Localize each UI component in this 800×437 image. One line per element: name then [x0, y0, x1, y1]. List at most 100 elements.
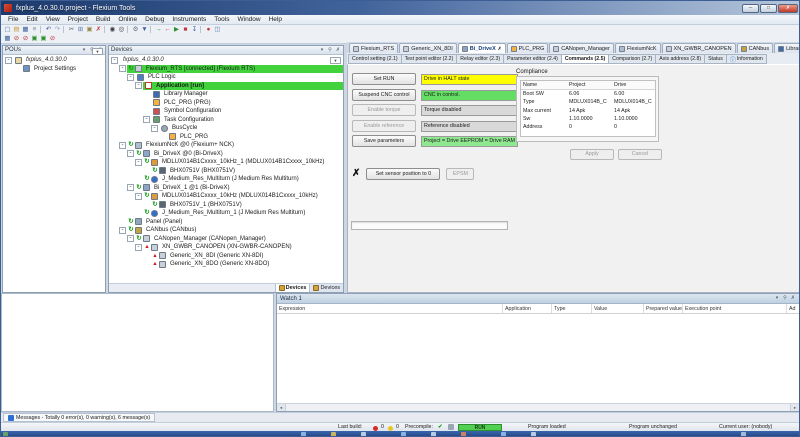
watch-column-header[interactable]: Expression: [277, 304, 503, 313]
watch-column-header[interactable]: Value: [592, 304, 644, 313]
compile-icon[interactable]: ▼: [140, 25, 149, 34]
expand-toggle-icon[interactable]: -: [127, 74, 134, 81]
tree-row[interactable]: - Task Configuration: [109, 116, 343, 125]
tree-row[interactable]: - ↻ CANbus (CANbus): [109, 226, 343, 235]
maximize-button[interactable]: □: [760, 4, 777, 13]
document-tab[interactable]: Generic_XN_8DI: [399, 43, 457, 53]
compliance-column-header[interactable]: Name: [521, 81, 567, 89]
tree-row[interactable]: - PLC Logic: [109, 73, 343, 82]
find-icon[interactable]: ◉: [108, 25, 117, 34]
watch-column-header[interactable]: Ad: [787, 304, 799, 313]
close-button[interactable]: ✗: [778, 4, 798, 13]
expand-toggle-icon[interactable]: -: [143, 116, 150, 123]
watch-icon[interactable]: ◫: [213, 25, 222, 34]
watch-column-header[interactable]: Prepared value: [644, 304, 683, 313]
tree-row[interactable]: - ↻ CANopen_Manager (CANopen_Manager): [109, 235, 343, 244]
dock-menu-icon[interactable]: ▾: [81, 46, 87, 55]
stop-plc-icon[interactable]: ▣: [39, 34, 48, 43]
dock-close-icon[interactable]: ✗: [790, 294, 796, 303]
tree-row[interactable]: PLC_PRG (PRG): [109, 99, 343, 108]
document-tab[interactable]: CANbus: [737, 43, 773, 53]
editor-sub-tab[interactable]: Comparison (2.7): [608, 54, 656, 64]
new-icon[interactable]: ▢: [3, 25, 12, 34]
editor-sub-tab[interactable]: Control setting (2.1): [348, 54, 402, 64]
offline-config-icon[interactable]: ⊘: [21, 34, 30, 43]
messages-tab[interactable]: Messages - Totally 0 error(s), 0 warning…: [3, 413, 155, 422]
start-plc-icon[interactable]: ▣: [30, 34, 39, 43]
dock-pin-icon[interactable]: ⚲: [782, 294, 788, 303]
scroll-right-icon[interactable]: ▸: [790, 404, 799, 411]
tree-row[interactable]: - BusCycle: [109, 124, 343, 133]
dock-tab-devices[interactable]: Devices: [309, 284, 343, 292]
watch-column-header[interactable]: Application: [503, 304, 552, 313]
expand-toggle-icon[interactable]: -: [151, 125, 158, 132]
print-icon[interactable]: ≡: [30, 25, 39, 34]
command-button[interactable]: Set RUN: [352, 73, 416, 85]
watch-column-header[interactable]: Type: [552, 304, 592, 313]
expand-toggle-icon[interactable]: -: [135, 193, 142, 200]
save-project-icon[interactable]: ▦: [3, 34, 12, 43]
editor-sub-tab[interactable]: Axis address (2.8): [655, 54, 705, 64]
watch-panel-header[interactable]: Watch 1 ▾⚲✗: [277, 294, 799, 304]
dock-menu-icon[interactable]: ▾: [319, 46, 325, 55]
tree-row[interactable]: ↻ BHX0751V_1 (BHX0751V): [109, 201, 343, 210]
menu-item[interactable]: Edit: [22, 15, 41, 25]
pous-root-combo[interactable]: ▼: [92, 48, 103, 55]
expand-toggle-icon[interactable]: -: [119, 227, 126, 234]
title-bar[interactable]: fxplus_4.0.30.0.project - Flexium Tools …: [1, 1, 800, 15]
menu-item[interactable]: Tools: [210, 15, 233, 25]
copy-icon[interactable]: ⊞: [76, 25, 85, 34]
open-icon[interactable]: ▤: [12, 25, 21, 34]
command-button[interactable]: Save parameters: [352, 135, 416, 147]
dock-menu-icon[interactable]: ▾: [774, 294, 780, 303]
editor-sub-tab[interactable]: ⓘ Information: [726, 54, 767, 64]
tree-row[interactable]: ▲ Generic_XN_8DO (Generic XN-8DO): [109, 260, 343, 269]
set-sensor-position-button[interactable]: Set sensor position to 0: [366, 168, 440, 180]
tree-row[interactable]: - ↻ Flexium_RTS [connected] (Flexium RTS…: [109, 65, 343, 74]
tree-row[interactable]: - ↻ MDLUX014B1Cxxxx_10kHz (MDLUX014B1Cxx…: [109, 192, 343, 201]
command-button[interactable]: Enable reference: [352, 120, 416, 132]
dock-close-icon[interactable]: ✗: [335, 46, 341, 55]
tree-row[interactable]: ↻ J_Medium_Res_Multiturn_1 (J Medium Res…: [109, 209, 343, 218]
expand-toggle-icon[interactable]: -: [5, 57, 12, 64]
compliance-column-header[interactable]: Drive: [612, 81, 655, 89]
tree-row[interactable]: ↻ BHX0751V (BHX0751V): [109, 167, 343, 176]
toolbar-separator[interactable]: [63, 26, 66, 33]
editor-sub-tab[interactable]: Parameter editor (2.4): [503, 54, 562, 64]
document-tab[interactable]: XN_GWBR_CANOPEN: [662, 43, 736, 53]
taskbar-app-icon[interactable]: [741, 432, 746, 437]
tree-row[interactable]: ↻ Panel (Panel): [109, 218, 343, 227]
devices-root-combo[interactable]: ▼: [330, 57, 341, 64]
toolbar-separator[interactable]: [127, 26, 130, 33]
document-tab[interactable]: Bi_DriveX ✗: [458, 43, 506, 53]
command-button[interactable]: Enable torque: [352, 104, 416, 116]
taskbar-app-icon[interactable]: [431, 432, 436, 437]
tree-row[interactable]: - ↻ MDLUX014B1Cxxxx_10kHz_1 (MDLUX014B1C…: [109, 158, 343, 167]
tree-row[interactable]: - fxplus_4.0.30.0: [109, 56, 343, 65]
document-tab[interactable]: Library ▼: [774, 43, 800, 53]
reset-icon[interactable]: ⊘: [48, 34, 57, 43]
menu-item[interactable]: Instruments: [168, 15, 210, 25]
cut-icon[interactable]: ✂: [67, 25, 76, 34]
expand-toggle-icon[interactable]: -: [135, 159, 142, 166]
apply-button[interactable]: Apply: [570, 149, 614, 160]
taskbar-app-icon[interactable]: [301, 432, 306, 437]
online-config-icon[interactable]: ⊘: [12, 34, 21, 43]
toolbar-separator[interactable]: [104, 26, 107, 33]
expand-toggle-icon[interactable]: -: [127, 150, 134, 157]
close-tab-icon[interactable]: ✗: [498, 46, 502, 52]
tree-row[interactable]: ▲ Generic_XN_8DI (Generic XN-8DI): [109, 252, 343, 261]
expand-toggle-icon[interactable]: -: [127, 184, 134, 191]
menu-item[interactable]: Project: [64, 15, 92, 25]
tree-row[interactable]: Library Manager: [109, 90, 343, 99]
menu-item[interactable]: File: [4, 15, 22, 25]
windows-taskbar[interactable]: [1, 431, 800, 437]
taskbar-app-icon[interactable]: [401, 432, 406, 437]
menu-item[interactable]: Build: [92, 15, 114, 25]
expand-toggle-icon[interactable]: -: [127, 235, 134, 242]
undo-icon[interactable]: ↶: [44, 25, 53, 34]
taskbar-app-icon[interactable]: [461, 432, 466, 437]
editor-sub-tab[interactable]: Test point editor (2.2): [401, 54, 458, 64]
watch-column-header[interactable]: Execution point: [683, 304, 787, 313]
menu-item[interactable]: Window: [233, 15, 264, 25]
